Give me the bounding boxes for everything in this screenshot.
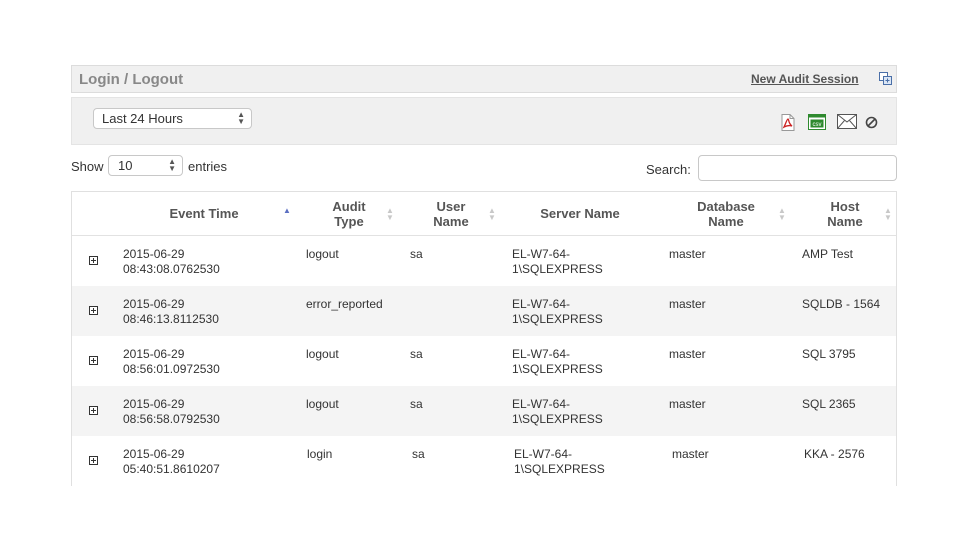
expand-row-icon[interactable] [89, 406, 98, 415]
show-label: Show [71, 159, 104, 174]
copy-window-icon[interactable] [879, 72, 892, 85]
user-name-cell: sa [412, 447, 425, 461]
server-name-cell: EL-W7-64- 1\SQLEXPRESS [512, 397, 603, 426]
host-name-cell: SQLDB - 1564 [802, 297, 881, 311]
table-row[interactable]: 2015-06-29 08:56:58.0792530 logout sa EL-… [72, 386, 896, 436]
host-name-cell: SQL 2365 [802, 397, 856, 411]
server-name-cell: EL-W7-64- 1\SQLEXPRESS [514, 447, 605, 476]
table-row[interactable]: 2015-06-29 05:40:51.8610207 login sa EL-W… [72, 436, 896, 486]
select-arrows-icon: ▲ ▼ [168, 157, 176, 173]
csv-icon-label: csv [813, 122, 822, 128]
expand-row-icon[interactable] [89, 356, 98, 365]
csv-export-icon[interactable]: csv [808, 114, 826, 130]
entries-label: entries [188, 159, 228, 174]
expand-row-icon[interactable] [89, 456, 98, 465]
panel-header: Login / Logout New Audit Session [71, 65, 897, 93]
event-time-cell: 2015-06-29 05:40:51.8610207 [123, 447, 220, 476]
sort-icon: ▲ ▼ [778, 206, 786, 222]
filter-toolbar: Last 24 Hours ▲ ▼ csv [71, 97, 897, 145]
sort-icon: ▲ ▼ [884, 206, 892, 222]
column-header-audit-type[interactable]: Audit Type [319, 199, 379, 229]
sort-icon: ▲ ▼ [386, 206, 394, 222]
event-time-cell: 2015-06-29 08:56:58.0792530 [123, 397, 220, 426]
page-title: Login / Logout [79, 71, 184, 88]
audit-type-cell: logout [306, 397, 339, 411]
user-name-cell: sa [410, 247, 423, 261]
search-label: Search: [646, 162, 691, 177]
database-name-cell: master [669, 247, 706, 261]
user-name-cell: sa [410, 347, 423, 361]
select-arrows-icon: ▲ ▼ [237, 110, 245, 126]
entries-per-page-select[interactable]: 10 ▲ ▼ [108, 155, 183, 176]
user-name-cell: sa [410, 397, 423, 411]
table-row[interactable]: 2015-06-29 08:46:13.8112530 error_reporte… [72, 286, 896, 336]
audit-events-table: Event Time ▲ Audit Type ▲ ▼ User Name ▲ ▼ Se… [71, 191, 897, 486]
host-name-cell: SQL 3795 [802, 347, 856, 361]
server-name-cell: EL-W7-64- 1\SQLEXPRESS [512, 247, 603, 276]
database-name-cell: master [672, 447, 709, 461]
search-input[interactable] [698, 155, 897, 181]
expand-row-icon[interactable] [89, 256, 98, 265]
time-range-select[interactable]: Last 24 Hours ▲ ▼ [93, 108, 252, 129]
sort-icon: ▲ ▼ [488, 206, 496, 222]
sort-ascending-icon: ▲ [283, 206, 291, 215]
email-icon[interactable] [837, 114, 857, 129]
audit-type-cell: logout [306, 247, 339, 261]
entries-value: 10 [118, 158, 133, 173]
table-row[interactable]: 2015-06-29 08:43:08.0762530 logout sa EL-… [72, 236, 896, 286]
expand-row-icon[interactable] [89, 306, 98, 315]
event-time-cell: 2015-06-29 08:43:08.0762530 [123, 247, 220, 276]
column-header-host-name[interactable]: Host Name [815, 199, 875, 229]
table-row[interactable]: 2015-06-29 08:56:01.0972530 logout sa EL-… [72, 336, 896, 386]
column-header-event-time[interactable]: Event Time [154, 206, 254, 221]
clear-icon[interactable] [865, 116, 878, 129]
column-header-user-name[interactable]: User Name [421, 199, 481, 229]
column-header-server-name[interactable]: Server Name [520, 206, 640, 221]
audit-type-cell: login [307, 447, 333, 461]
time-range-value: Last 24 Hours [102, 111, 183, 126]
database-name-cell: master [669, 297, 706, 311]
host-name-cell: AMP Test [802, 247, 853, 261]
host-name-cell: KKA - 2576 [804, 447, 865, 461]
server-name-cell: EL-W7-64- 1\SQLEXPRESS [512, 347, 603, 376]
audit-type-cell: error_reported [306, 297, 383, 311]
audit-type-cell: logout [306, 347, 339, 361]
database-name-cell: master [669, 347, 706, 361]
new-audit-session-link[interactable]: New Audit Session [751, 72, 859, 86]
pdf-export-icon[interactable] [780, 114, 796, 131]
database-name-cell: master [669, 397, 706, 411]
event-time-cell: 2015-06-29 08:46:13.8112530 [123, 297, 219, 326]
server-name-cell: EL-W7-64- 1\SQLEXPRESS [512, 297, 603, 326]
column-header-database-name[interactable]: Database Name [681, 199, 771, 229]
table-header: Event Time ▲ Audit Type ▲ ▼ User Name ▲ ▼ Se… [72, 192, 896, 236]
event-time-cell: 2015-06-29 08:56:01.0972530 [123, 347, 220, 376]
